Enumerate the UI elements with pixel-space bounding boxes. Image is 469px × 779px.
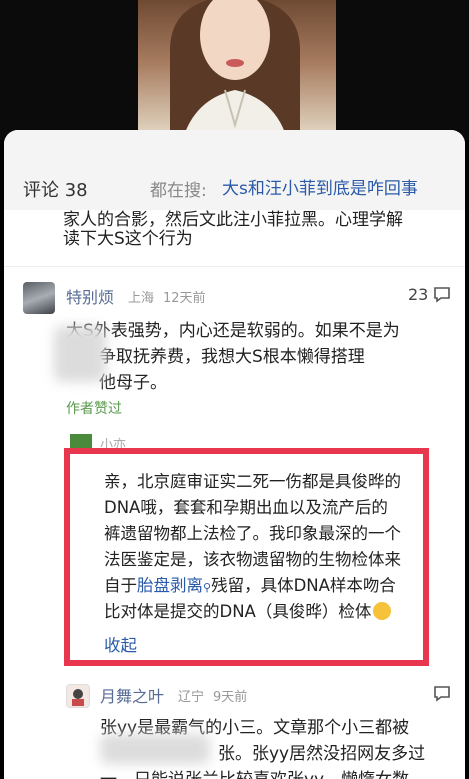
divider (4, 266, 465, 267)
reply-line4: 法医鉴定是，该衣物遗留物的生物检体来 (104, 550, 401, 569)
comment-username[interactable]: 特别烦 (66, 284, 114, 308)
search-suggestion-link[interactable]: 大s和汪小菲到底是咋回事 (222, 174, 418, 199)
comment-location: 上海 (128, 291, 155, 306)
streamer-figure (170, 0, 300, 140)
reply-line5-suffix: 残留，具体DNA样本吻合 (211, 576, 396, 595)
comment-text-line3: 他母子。 (99, 373, 167, 393)
author-liked-badge: 作者赞过 (66, 401, 122, 417)
reply-bubble-icon[interactable] (432, 284, 452, 304)
comment-time: 9天前 (213, 690, 248, 705)
comment-header: 评论 38 都在搜: 大s和汪小菲到底是咋回事 (4, 130, 465, 210)
highlighted-reply: 亲，北京庭审证实二死一伤都是具俊晔的 DNA哦，套套和孕期出血以及流产后的 裤遗… (64, 448, 429, 666)
comment-text-line2: 争取抚养费，我想大S根本懒得搭理 (99, 347, 365, 367)
reply-line1: 亲，北京庭审证实二死一伤都是具俊晔的 (104, 472, 401, 491)
reply-line2: DNA哦，套套和孕期出血以及流产后的 (104, 498, 388, 517)
search-keyword-link[interactable]: 胎盘剥离 (137, 576, 203, 595)
comment-time: 12天前 (163, 291, 206, 306)
reply-line5: 自于胎盘剥离⚲残留，具体DNA样本吻合 (104, 572, 396, 596)
reply-line6-text: 比对体是提交的DNA（具俊晔）检体 (104, 602, 372, 621)
reply-line3: 裤遗留物都上法检了。我印象最深的一个 (104, 524, 401, 543)
user-avatar[interactable] (23, 282, 55, 314)
prev-comment-line2: 读下大S这个行为 (63, 229, 193, 249)
comment-username[interactable]: 月舞之叶 (100, 683, 164, 707)
reply-line5-prefix: 自于 (104, 576, 137, 595)
search-icon: ⚲ (203, 581, 212, 594)
blur-overlay (54, 326, 106, 382)
user-avatar[interactable] (66, 684, 90, 708)
comment-count: 评论 38 (23, 180, 88, 201)
avatar-face-icon (72, 689, 84, 706)
collapse-button[interactable]: 收起 (104, 632, 137, 656)
comment-text-line3: 一，只能说张兰比较喜欢张yy，懒惰女数 (100, 765, 409, 779)
blur-overlay (100, 734, 210, 764)
search-label: 都在搜: (150, 181, 207, 201)
reply-line6: 比对体是提交的DNA（具俊晔）检体 (104, 598, 392, 622)
comment-location: 辽宁 (178, 690, 205, 705)
comment-sheet: 评论 38 都在搜: 大s和汪小菲到底是咋回事 家人的合影，然后文此注小菲拉黑。… (4, 130, 465, 779)
grin-emoji-icon (373, 602, 392, 620)
comment-text-line2: 张。张yy居然没招网友多过 (218, 744, 426, 764)
reply-avatar[interactable] (70, 434, 92, 448)
comment-text-line1: 大S外表强势，内心还是软弱的。如果不是为 (66, 321, 400, 341)
reply-bubble-icon[interactable] (432, 683, 452, 703)
like-count: 23 (408, 285, 429, 304)
video-background (0, 0, 469, 140)
